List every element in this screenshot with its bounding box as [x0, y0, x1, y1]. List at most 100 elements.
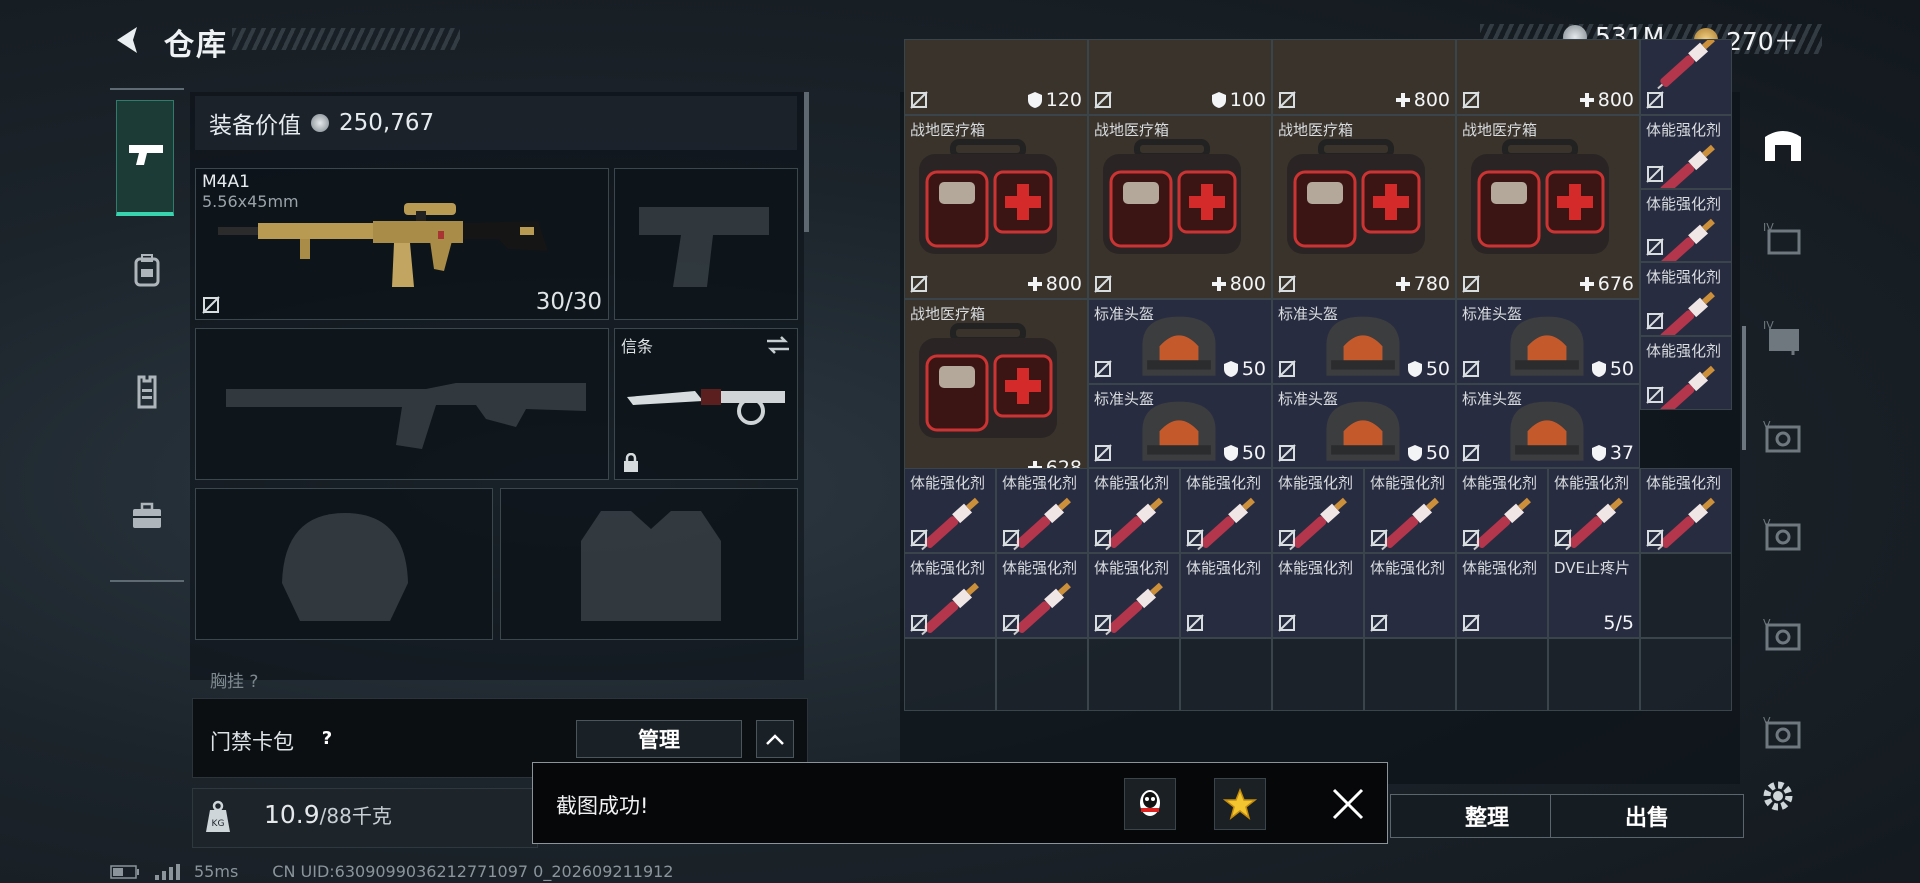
inventory-item-stim[interactable]: 体能强化剂 — [1272, 553, 1364, 638]
inventory-item[interactable]: 800 — [1456, 38, 1640, 116]
rail-slot-v4[interactable]: V — [1758, 708, 1808, 758]
svg-text:KG: KG — [212, 819, 225, 829]
nav-vest[interactable] — [110, 352, 184, 432]
armor-icon — [1223, 445, 1238, 462]
inventory-empty-slot[interactable] — [1548, 637, 1640, 712]
item-count: 100 — [1211, 89, 1266, 111]
inventory-empty-slot[interactable] — [1272, 637, 1364, 712]
inventory-item-stim[interactable]: 体能强化剂 — [996, 553, 1088, 638]
primary-weapon-slot[interactable]: M4A1 5.56x45mm 30/30 — [195, 168, 609, 320]
inventory-item-stim[interactable]: 体能强化剂 — [1364, 553, 1456, 638]
armor-icon — [1407, 360, 1422, 377]
inventory-item-medkit[interactable]: 战地医疗箱628 — [904, 299, 1088, 484]
inventory-scrollbar[interactable] — [1742, 326, 1746, 450]
inventory-item-stim[interactable]: 体能强化剂 — [1548, 468, 1640, 554]
inventory-item-pill[interactable]: DVE止疼片 5/5 — [1548, 553, 1640, 638]
armor-slot[interactable] — [500, 488, 798, 640]
gear-icon[interactable] — [1758, 776, 1798, 816]
inventory-item-helmet[interactable]: 标准头盔 50 — [1272, 299, 1456, 384]
item-name: 体能强化剂 — [1370, 559, 1446, 578]
inventory-item-stim[interactable]: 体能强化剂 — [1456, 553, 1548, 638]
helmet-slot[interactable] — [195, 488, 493, 640]
inventory-empty-slot[interactable] — [904, 637, 996, 712]
equipment-scrollbar[interactable] — [804, 92, 809, 232]
inventory-item-helmet[interactable]: 标准头盔 37 — [1456, 383, 1640, 469]
rail-slot-v3[interactable]: V — [1758, 610, 1808, 660]
share-favorite-button[interactable] — [1214, 778, 1266, 830]
inventory-item[interactable]: 800 — [1272, 38, 1456, 116]
inventory-item-medkit[interactable]: 战地医疗箱 800 — [904, 115, 1088, 300]
inventory-empty-slot[interactable] — [996, 637, 1088, 712]
inventory-item-stim[interactable]: 体能强化剂 — [1180, 553, 1272, 638]
inventory-item-stim[interactable]: 体能强化剂 — [1640, 468, 1732, 554]
nav-case[interactable] — [110, 476, 184, 556]
rail-slot-v1[interactable]: V — [1758, 412, 1808, 462]
item-count: 676 — [1579, 273, 1634, 295]
no-insure-icon — [1094, 91, 1112, 109]
inventory-item-medkit[interactable]: 战地医疗箱 800 — [1088, 115, 1272, 300]
inventory-item-stim[interactable]: 体能强化剂 — [1088, 553, 1180, 638]
inventory-item-stim[interactable]: 体能强化剂 — [996, 468, 1088, 554]
inventory-empty-slot[interactable] — [1640, 637, 1732, 712]
rail-slot-v2[interactable]: V — [1758, 510, 1808, 560]
inventory-item-stim[interactable]: 体能强化剂 — [1640, 115, 1732, 189]
help-icon[interactable]: ? — [316, 728, 338, 750]
secondary-weapon-slot[interactable] — [614, 168, 798, 320]
inventory-item-stim[interactable]: 体能强化剂 — [1456, 468, 1548, 554]
helmet-silhouette-icon — [282, 513, 408, 621]
tertiary-weapon-slot[interactable] — [195, 328, 609, 480]
melee-slot[interactable]: 信条 — [614, 328, 798, 480]
manage-button[interactable]: 管理 — [576, 720, 742, 758]
item-name: 体能强化剂 — [1278, 559, 1354, 578]
inventory-item-medkit[interactable]: 战地医疗箱 780 — [1272, 115, 1456, 300]
sell-button[interactable]: 出售 — [1550, 794, 1744, 838]
no-insure-icon — [1646, 385, 1664, 404]
stim-syringe-icon — [1657, 39, 1715, 90]
no-insure-icon — [202, 296, 220, 314]
inventory-item-helmet[interactable]: 标准头盔 50 — [1088, 383, 1272, 469]
inventory-item-stim[interactable]: 体能强化剂 — [1272, 468, 1364, 554]
inventory-item-stim[interactable]: 体能强化剂 — [1640, 335, 1732, 410]
inventory-item-stim[interactable]: 体能强化剂 — [1364, 468, 1456, 554]
rail-warehouse[interactable] — [1758, 118, 1808, 168]
inventory-item-helmet[interactable]: 标准头盔 50 — [1272, 383, 1456, 469]
inventory-item-stim[interactable]: 体能强化剂 — [1180, 468, 1272, 554]
inventory-empty-slot[interactable] — [1456, 637, 1548, 712]
helmet-icon — [1510, 401, 1584, 461]
inventory-empty-slot[interactable] — [1364, 637, 1456, 712]
inventory-item-stim[interactable]: 体能强化剂 — [904, 468, 996, 554]
inventory-item-stim[interactable]: 体能强化剂 — [1640, 262, 1732, 336]
nav-weapons[interactable] — [116, 100, 174, 216]
inventory-item[interactable] — [1640, 38, 1732, 116]
item-name: 体能强化剂 — [1462, 559, 1538, 578]
no-insure-icon — [1462, 275, 1480, 293]
rail-case-4[interactable]: IV — [1758, 212, 1808, 262]
no-insure-icon — [1554, 529, 1572, 547]
storage-v-icon: V — [1763, 715, 1801, 749]
inventory-empty-slot[interactable] — [1180, 637, 1272, 712]
back-button[interactable] — [108, 18, 148, 62]
inventory-item-helmet[interactable]: 标准头盔 50 — [1456, 299, 1640, 384]
inventory-item-stim[interactable]: 体能强化剂 — [904, 553, 996, 638]
inventory-item-stim[interactable]: 体能强化剂 — [1088, 468, 1180, 554]
status-bar: 55ms CN UID:6309099036212771097 0_202609… — [110, 862, 673, 881]
weight-kg-icon: KG — [206, 800, 230, 832]
vest-icon — [137, 375, 157, 409]
uid-text: CN UID:6309099036212771097 0_20260921191… — [272, 862, 674, 881]
inventory-item-stim[interactable]: 体能强化剂 — [1640, 188, 1732, 263]
inventory-item[interactable]: 100 — [1088, 38, 1272, 116]
equipment-value-label: 装备价值 — [209, 113, 301, 139]
item-name: 战地医疗箱 — [1462, 121, 1538, 140]
rail-medical-case[interactable]: IV — [1758, 312, 1808, 362]
inventory-item-helmet[interactable]: 标准头盔 50 — [1088, 299, 1272, 384]
nav-backpack[interactable] — [110, 230, 184, 310]
inventory-item-medkit[interactable]: 战地医疗箱 676 — [1456, 115, 1640, 300]
inventory-empty-slot[interactable] — [1088, 637, 1180, 712]
share-qq-button[interactable] — [1124, 778, 1176, 830]
expand-button[interactable] — [756, 720, 794, 758]
chevron-up-icon — [766, 734, 784, 745]
inventory-empty-slot[interactable] — [1640, 553, 1732, 638]
lock-icon — [624, 453, 638, 472]
close-icon[interactable] — [1328, 784, 1368, 824]
inventory-item[interactable]: 120 — [904, 38, 1088, 116]
